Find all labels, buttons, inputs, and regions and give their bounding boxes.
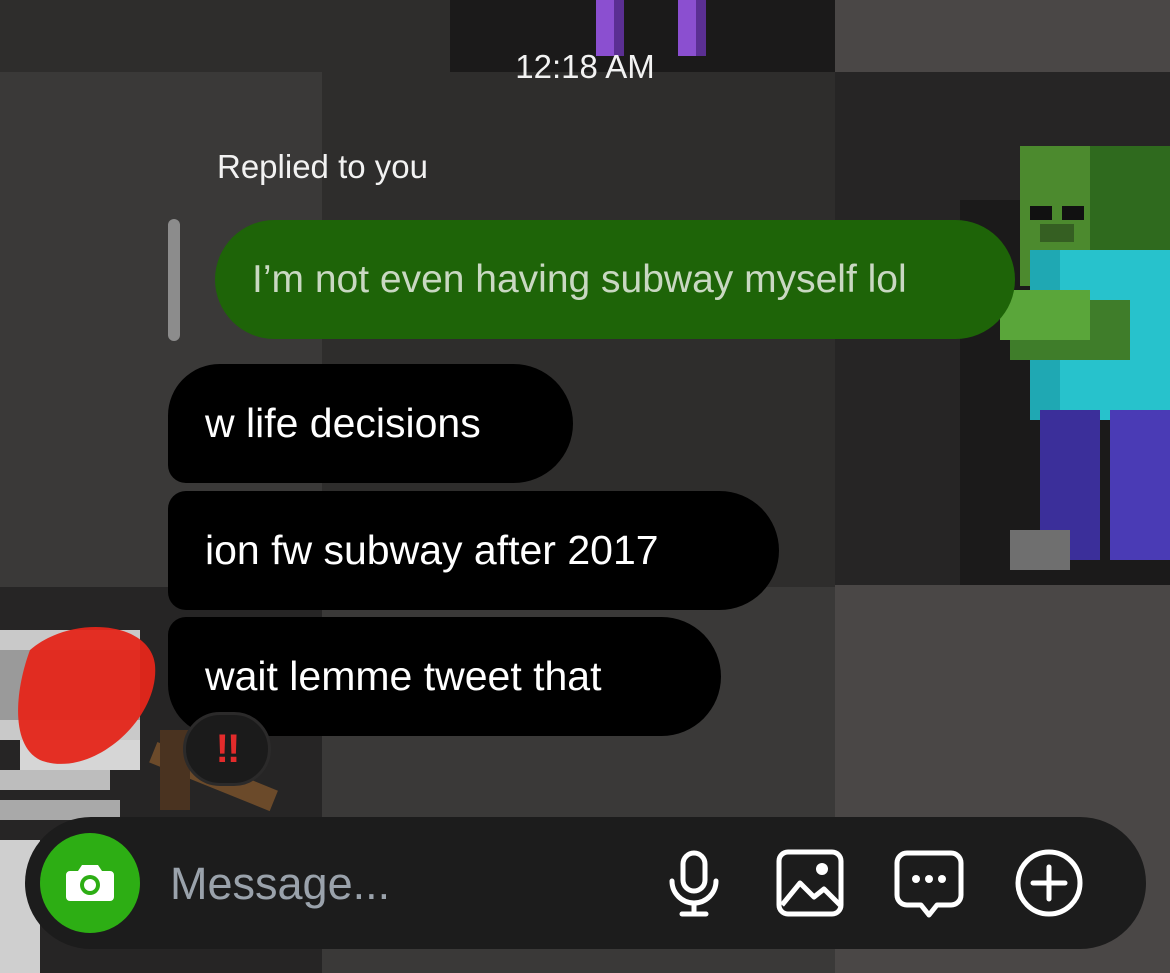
quoted-message-bubble[interactable]: I’m not even having subway myself lol bbox=[215, 220, 1015, 339]
microphone-button[interactable] bbox=[658, 847, 730, 919]
gallery-button[interactable] bbox=[774, 847, 846, 919]
message-timestamp: 12:18 AM bbox=[515, 48, 655, 85]
camera-button[interactable] bbox=[40, 833, 140, 933]
plus-circle-icon bbox=[1015, 849, 1083, 917]
zombie-illustration bbox=[1000, 146, 1170, 570]
message-input[interactable] bbox=[168, 847, 632, 921]
gallery-icon bbox=[776, 849, 844, 917]
sticker-chat-icon bbox=[894, 850, 964, 918]
camera-icon bbox=[66, 865, 114, 901]
message-bubble[interactable]: ion fw subway after 2017 bbox=[168, 491, 779, 610]
microphone-icon bbox=[669, 850, 719, 917]
reply-label: Replied to you bbox=[217, 148, 428, 185]
message-composer bbox=[25, 817, 1146, 949]
reply-indicator-bar bbox=[168, 219, 180, 341]
more-options-button[interactable] bbox=[1013, 847, 1085, 919]
reaction-badge[interactable]: !! bbox=[183, 712, 271, 786]
message-bubble[interactable]: w life decisions bbox=[168, 364, 573, 483]
sticker-chat-button[interactable] bbox=[893, 847, 965, 919]
